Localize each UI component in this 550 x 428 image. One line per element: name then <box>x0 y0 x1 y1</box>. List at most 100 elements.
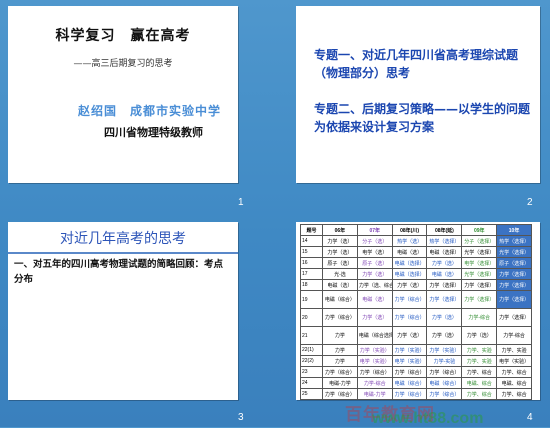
header-year: 07年 <box>356 224 393 236</box>
table-row: 19 电磁（综合） 电磁（选） 力学（综合） 力学（选择） 力学（选择） 力学（选择） <box>300 290 532 309</box>
header-year: 09年 <box>461 224 498 236</box>
table-row: 24 电磁-力学 力学-综合 电磁（综合） 电磁（综合） 电磁、综合 电磁、综合 <box>300 377 532 389</box>
question-number: 17 <box>300 268 323 280</box>
question-number: 25 <box>300 388 323 400</box>
slide-1[interactable]: 科学复习 赢在高考 ——高三后期复习的思考 赵绍国 成都市实验中学 四川省物理特… <box>8 6 238 183</box>
table-row: 20 力学（综合） 力学（选） 力学（综合） 力学（选） 力学-综合 力学（选择） <box>300 308 532 327</box>
topic-cell: 力学（选择） <box>461 279 498 291</box>
author-line: 赵绍国 成都市实验中学 <box>78 104 222 118</box>
header-year: 06年 <box>322 224 358 236</box>
topic-cell: 力学（综合） <box>322 308 358 327</box>
header-question: 题号 <box>300 224 323 236</box>
topic-cell: 力学（选） <box>426 308 463 327</box>
topic-cell: 力学（综合） <box>391 290 428 309</box>
question-number: 16 <box>300 257 323 269</box>
topic-cell: 电磁、综合 <box>461 377 498 389</box>
question-number: 22(1) <box>300 344 323 356</box>
table-row: 21力学电磁（综合选择）力学（选）力学（选）力学（选）力学-综合 <box>300 326 532 345</box>
topic-cell: 电磁、综合 <box>496 377 532 389</box>
topic-cell: 电磁（选择） <box>391 257 428 269</box>
topic-cell: 力学（选） <box>322 246 358 258</box>
topic-cell: 力学-综合 <box>461 308 498 327</box>
topic-cell: 力学（选） <box>391 326 428 345</box>
slide-number: 2 <box>527 197 533 208</box>
topic-cell: 力学（综合） <box>391 308 428 327</box>
topic-1: 专题一、对近几年四川省高考理综试题（物理部分）思考 <box>314 48 519 80</box>
topic-cell: 电磁（综合） <box>391 377 428 389</box>
topic-cell: 电磁-力学 <box>322 377 358 389</box>
topic-cell: 力学（实验） <box>391 344 428 356</box>
topic-cell: 力学（综合） <box>426 366 463 378</box>
topic-cell: 电磁（综合） <box>322 290 358 309</box>
slide-title: 科学复习 赢在高考 <box>55 28 191 44</box>
topic-cell: 原子（选） <box>322 257 358 269</box>
question-number: 20 <box>300 308 323 327</box>
question-number: 15 <box>300 246 323 258</box>
topic-cell: 电学（选） <box>356 246 393 258</box>
topic-cell: 力学（选择） <box>461 290 498 309</box>
topic-cell: 力学（选） <box>322 235 358 247</box>
table-row: 22(2) 力学 电学（实验） 电学（实验） 力学-实验 力学、实验 电学（实验） <box>300 355 532 367</box>
topic-cell: 力学、综合 <box>461 366 498 378</box>
topic-cell: 力学（综合） <box>426 388 463 400</box>
topic-cell: 光学（选择） <box>461 268 498 280</box>
topic-cell: 力学（选、综合） <box>356 279 393 291</box>
topic-cell: 力学（综合） <box>391 388 428 400</box>
topic-cell: 力学（实验） <box>356 344 393 356</box>
watermark-url: www.ht88.com <box>372 410 484 427</box>
topic-cell: 力学（选） <box>426 326 463 345</box>
topic-cell: 原子（选） <box>356 257 393 269</box>
topic-cell: 电磁（选） <box>322 279 358 291</box>
topic-cell: 力学（选择） <box>496 279 532 291</box>
table-header-row: 题号 06年 07年 08年(川) 08年(延) 09年 10年 <box>300 224 532 236</box>
topic-cell: 力学（选择） <box>496 290 532 309</box>
topic-cell: 力学 <box>322 326 358 345</box>
question-number: 22(2) <box>300 355 323 367</box>
slide-number: 3 <box>238 412 244 423</box>
header-year: 08年(延) <box>426 224 463 236</box>
table-row: 22(1) 力学 力学（实验） 力学（实验） 力学（实验） 力学、实验 力学、实验 <box>300 344 532 356</box>
topic-cell: 力学（选） <box>426 257 463 269</box>
header-year: 08年(川) <box>391 224 428 236</box>
topic-cell: 力学（选择） <box>496 308 532 327</box>
table-body: 14 力学（选） 分子（选） 热学（选） 热学（选择） 分子（选择） 热学（选择） 15 力学（… <box>300 235 532 400</box>
topic-cell: 电磁-力学 <box>356 388 393 400</box>
topic-cell: 分子（选择） <box>461 235 498 247</box>
question-number: 14 <box>300 235 323 247</box>
slide-2[interactable]: 专题一、对近几年四川省高考理综试题（物理部分）思考 专题二、后期复习策略——以学… <box>296 6 540 183</box>
topic-cell: 电磁（综合） <box>426 377 463 389</box>
topic-cell: 力学（综合） <box>322 388 358 400</box>
slide-subtitle: ——高三后期复习的思考 <box>73 59 173 69</box>
topic-cell: 电磁（选择） <box>391 268 428 280</box>
header-year: 10年 <box>496 224 532 236</box>
table-row: 18电磁（选）力学（选、综合）力学（选）力学（选择）力学（选择）力学（选择） <box>300 279 532 291</box>
topic-cell: 力学（综合） <box>356 366 393 378</box>
question-number: 18 <box>300 279 323 291</box>
slide-3[interactable]: 对近几年高考的思考 一、对五年的四川高考物理试题的简略回顾：考点分布 <box>8 222 238 400</box>
table-row: 23 力学（综合） 力学（综合） 力学（综合） 力学（综合） 力学、综合 力学、综合 <box>300 366 532 378</box>
topic-cell: 热学（选） <box>391 235 428 247</box>
topic-cell: 力学、实验 <box>461 344 498 356</box>
topic-cell: 分子（选） <box>356 235 393 247</box>
topic-cell: 力学-综合 <box>356 377 393 389</box>
topic-cell: 力学、综合 <box>496 366 532 378</box>
topic-cell: 力学、综合 <box>461 388 498 400</box>
heading-divider <box>8 252 238 254</box>
table-row: 25 力学（综合） 电磁-力学 力学（综合） 力学（综合） 力学、综合 力学、综合 <box>300 388 532 400</box>
topic-cell: 光学（选择） <box>496 246 532 258</box>
topic-cell: 力学-综合 <box>496 326 532 345</box>
topic-cell: 力学（综合） <box>322 366 358 378</box>
topic-2: 专题二、后期复习策略——以学生的问题为依据来设计复习方案 <box>314 102 531 134</box>
table-row: 16 原子（选） 原子（选） 电磁（选择） 力学（选） 电学（选择） 原子（选择） <box>300 257 532 269</box>
slide-number: 1 <box>238 197 244 208</box>
table-row: 14 力学（选） 分子（选） 热学（选） 热学（选择） 分子（选择） 热学（选择） <box>300 235 532 247</box>
topic-cell: 力学 <box>322 355 358 367</box>
topic-cell: 热学（选择） <box>426 235 463 247</box>
topic-cell: 电学（实验） <box>496 355 532 367</box>
slide-4[interactable]: 题号 06年 07年 08年(川) 08年(延) 09年 10年 14 力学（选）… <box>296 222 540 400</box>
topic-cell: 力学（选） <box>356 268 393 280</box>
author-role: 四川省物理特级教师 <box>104 126 203 139</box>
topic-cell: 力学（实验） <box>426 344 463 356</box>
topic-cell: 光学（选择） <box>461 246 498 258</box>
question-number: 23 <box>300 366 323 378</box>
